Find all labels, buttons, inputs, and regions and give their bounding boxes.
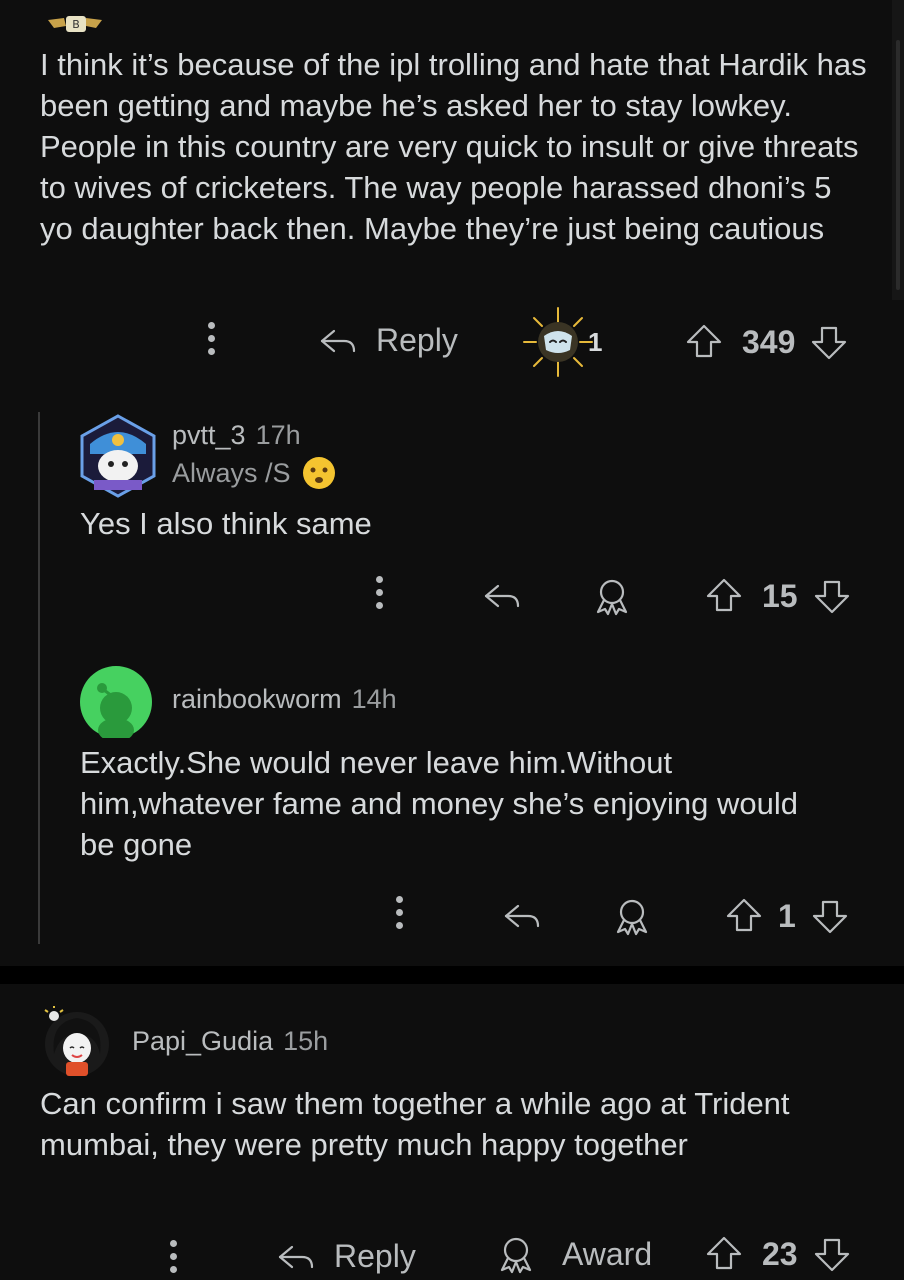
award-button[interactable] bbox=[592, 576, 632, 616]
avatar[interactable] bbox=[80, 666, 152, 742]
more-options-icon bbox=[208, 322, 216, 355]
username[interactable]: Papi_Gudia bbox=[132, 1026, 273, 1057]
upvote-icon[interactable] bbox=[724, 896, 764, 936]
award-button[interactable] bbox=[612, 896, 652, 936]
award-label: Award bbox=[562, 1235, 653, 1272]
reply-arrow-icon bbox=[320, 329, 356, 352]
downvote-icon[interactable] bbox=[812, 576, 852, 616]
avatar[interactable] bbox=[80, 414, 156, 498]
comment-body: Yes I also think same bbox=[80, 506, 372, 541]
more-options-icon bbox=[170, 1240, 178, 1273]
comment-body: I think it’s because of the ipl trolling… bbox=[40, 47, 867, 246]
award-count: 1 bbox=[588, 326, 603, 357]
award-icon bbox=[616, 899, 648, 936]
downvote-icon[interactable] bbox=[812, 1234, 852, 1274]
more-options-button[interactable] bbox=[396, 896, 404, 929]
award-button[interactable]: Award bbox=[496, 1234, 652, 1274]
thread-line[interactable] bbox=[38, 412, 40, 944]
more-options-icon bbox=[396, 896, 404, 929]
user-flair: Always /S bbox=[172, 457, 291, 488]
reply-arrow-icon bbox=[278, 1245, 314, 1268]
more-options-icon bbox=[376, 576, 384, 609]
scrollbar[interactable] bbox=[892, 0, 904, 300]
svg-text:B: B bbox=[72, 18, 80, 31]
more-options-button[interactable] bbox=[208, 322, 216, 355]
reply-button[interactable]: Reply bbox=[318, 322, 458, 359]
username[interactable]: pvtt_3 bbox=[172, 420, 246, 451]
reply-arrow-icon bbox=[484, 584, 520, 608]
upvote-icon[interactable] bbox=[704, 576, 744, 616]
wholesome-award-icon bbox=[523, 307, 593, 377]
award-icon bbox=[596, 579, 628, 616]
timestamp: 14h bbox=[351, 684, 397, 714]
section-divider bbox=[0, 966, 904, 984]
avatar[interactable] bbox=[40, 1004, 114, 1078]
downvote-icon[interactable] bbox=[809, 322, 849, 362]
upvote-icon[interactable] bbox=[684, 322, 724, 362]
vote-controls: 23 bbox=[704, 1234, 852, 1274]
reply-label: Reply bbox=[376, 322, 458, 358]
username[interactable]: rainbookworm bbox=[172, 684, 342, 715]
vote-controls: 1 bbox=[724, 896, 850, 936]
score: 349 bbox=[742, 323, 796, 360]
reply-button[interactable] bbox=[482, 578, 522, 614]
award-badge-icon: B bbox=[46, 14, 104, 39]
score: 1 bbox=[778, 897, 796, 934]
vote-controls: 349 bbox=[684, 322, 849, 362]
score: 23 bbox=[762, 1235, 798, 1272]
reply-button[interactable]: Reply bbox=[276, 1238, 416, 1275]
award-icon bbox=[500, 1237, 532, 1274]
more-options-button[interactable] bbox=[170, 1240, 178, 1273]
upvote-icon[interactable] bbox=[704, 1234, 744, 1274]
comment-body: Can confirm i saw them together a while … bbox=[40, 1086, 790, 1162]
comment-body: Exactly.She would never leave him.Withou… bbox=[80, 745, 798, 862]
reply-label: Reply bbox=[334, 1238, 416, 1274]
timestamp: 15h bbox=[283, 1026, 329, 1056]
reply-button[interactable] bbox=[502, 898, 542, 934]
award-button[interactable]: 1 bbox=[522, 306, 602, 378]
reply-arrow-icon bbox=[504, 904, 540, 928]
downvote-icon[interactable] bbox=[810, 896, 850, 936]
more-options-button[interactable] bbox=[376, 576, 384, 609]
vote-controls: 15 bbox=[704, 576, 852, 616]
score: 15 bbox=[762, 577, 798, 614]
timestamp: 17h bbox=[255, 420, 301, 450]
surprised-emoji-icon bbox=[302, 457, 335, 489]
